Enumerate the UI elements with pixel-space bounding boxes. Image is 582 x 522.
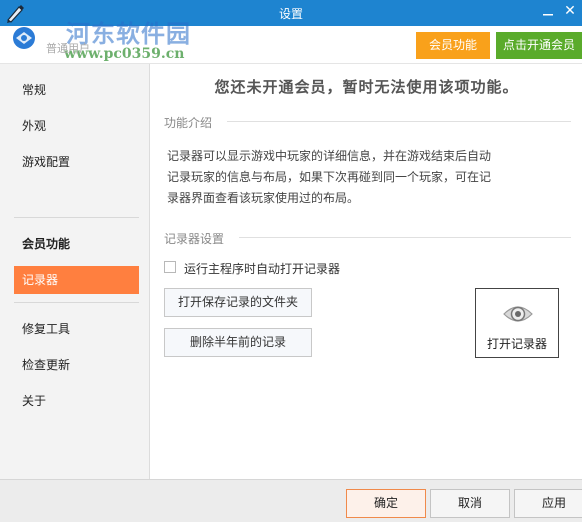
open-records-folder-button[interactable]: 打开保存记录的文件夹 (164, 288, 312, 317)
header-bar: 河东软件园 www.pc0359.cn 普通用户 会员功能 点击开通会员 (0, 19, 582, 64)
sidebar-item-game-config[interactable]: 游戏配置 (14, 148, 139, 176)
sidebar-item-recorder[interactable]: 记录器 (14, 266, 139, 294)
open-recorder-button[interactable]: 打开记录器 (475, 288, 559, 358)
ok-button[interactable]: 确定 (346, 489, 426, 518)
sidebar-heading-member: 会员功能 (22, 237, 71, 251)
open-membership-button[interactable]: 点击开通会员 (496, 32, 582, 59)
sidebar-divider (14, 302, 139, 303)
main-panel: 您还未开通会员，暂时无法使用该项功能。 功能介绍 记录器可以显示游戏中玩家的详细… (151, 64, 582, 479)
intro-section-divider (227, 121, 571, 122)
sidebar-item-appearance[interactable]: 外观 (14, 112, 139, 140)
sidebar-item-repair-tools[interactable]: 修复工具 (14, 315, 139, 343)
membership-notice: 您还未开通会员，暂时无法使用该项功能。 (214, 78, 519, 96)
settings-section-title: 记录器设置 (164, 232, 225, 246)
footer-bar: 确定 取消 应用 (0, 479, 582, 522)
sidebar-item-general[interactable]: 常规 (14, 76, 139, 104)
close-button[interactable]: ✕ (562, 3, 578, 19)
intro-line: 录器界面查看该玩家使用过的布局。 (167, 191, 360, 205)
user-type-label: 普通用户 (46, 42, 90, 55)
sidebar-divider (14, 217, 139, 218)
sidebar-item-check-update[interactable]: 检查更新 (14, 351, 139, 379)
member-features-button[interactable]: 会员功能 (416, 32, 490, 59)
cancel-button[interactable]: 取消 (430, 489, 510, 518)
delete-old-records-button[interactable]: 删除半年前的记录 (164, 328, 312, 357)
auto-open-label[interactable]: 运行主程序时自动打开记录器 (184, 260, 340, 277)
intro-line: 记录玩家的信息与布局，如果下次再碰到同一个玩家，可在记 (167, 170, 492, 184)
sidebar-item-about[interactable]: 关于 (14, 387, 139, 415)
open-recorder-label: 打开记录器 (486, 337, 547, 351)
settings-section-divider (239, 237, 571, 238)
minimize-button[interactable] (540, 4, 556, 20)
intro-line: 记录器可以显示游戏中玩家的详细信息，并在游戏结束后自动 (167, 149, 492, 163)
avatar[interactable] (4, 26, 44, 60)
intro-section-title: 功能介绍 (164, 116, 213, 130)
intro-description: 记录器可以显示游戏中玩家的详细信息，并在游戏结束后自动 记录玩家的信息与布局，如… (167, 146, 567, 209)
eye-icon (501, 299, 535, 329)
auto-open-checkbox[interactable] (164, 261, 176, 273)
apply-button[interactable]: 应用 (514, 489, 582, 518)
sidebar: 常规 外观 游戏配置 会员功能 记录器 修复工具 检查更新 关于 (0, 64, 150, 479)
